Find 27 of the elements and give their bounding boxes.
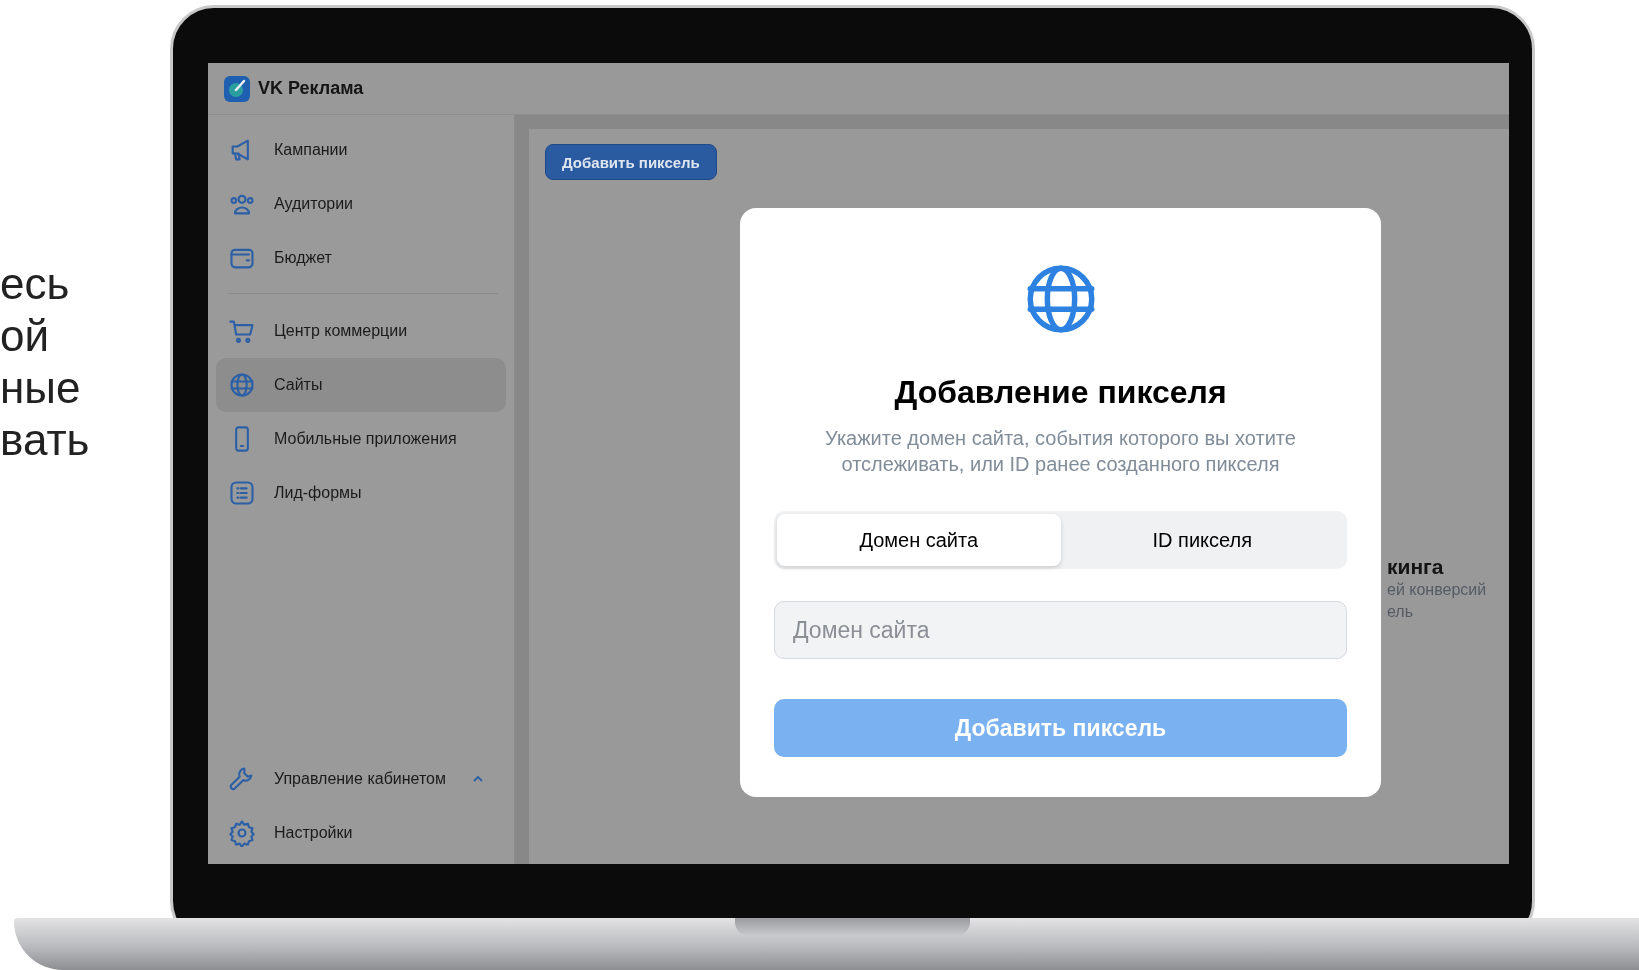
caption-text: вать (0, 414, 90, 466)
sidebar-item[interactable]: Лид-формы (216, 466, 506, 520)
dialog-title: Добавление пикселя (894, 374, 1227, 411)
sidebar-item[interactable]: Настройки (216, 806, 506, 860)
dialog-description: Укажите домен сайта, события которого вы хотите отслеживать, или ID ранее созданного пикселя (825, 426, 1296, 477)
tab[interactable]: Домен сайта (777, 514, 1061, 566)
card-text: ель (1387, 602, 1415, 622)
tab[interactable]: ID пикселя (1060, 514, 1344, 566)
caption-text: ные (0, 362, 81, 414)
globe-icon (228, 371, 256, 399)
card-text: ей конверсий (1387, 580, 1487, 600)
card-title: кинга (1387, 555, 1445, 579)
settings-icon (228, 819, 256, 847)
sidebar-item[interactable]: Центр коммерции (216, 304, 506, 358)
logo-icon (224, 75, 250, 102)
list-icon (228, 479, 256, 507)
app-title: VK Реклама (258, 78, 364, 99)
caption-text: ой (0, 310, 50, 362)
caption-text: есь (0, 258, 70, 310)
sidebar-item[interactable]: Мобильные приложения (216, 412, 506, 466)
sidebar-item[interactable]: Бюджет (216, 231, 506, 285)
sidebar-item[interactable]: Кампании (216, 123, 506, 177)
add-pixel-button[interactable]: Добавить пиксель (545, 144, 717, 180)
sidebar-item[interactable]: Сайты (216, 358, 506, 412)
sidebar-item[interactable]: Управление кабинетом (216, 752, 506, 806)
sidebar-item[interactable]: Аудитории (216, 177, 506, 231)
domain-input-field[interactable]: Домен сайта (774, 601, 1347, 659)
